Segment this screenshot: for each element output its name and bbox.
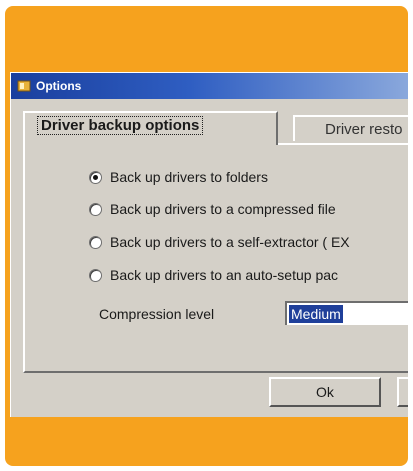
compression-level-select[interactable]: Medium [285,301,408,325]
radio-button[interactable] [89,235,102,249]
tab-driver-backup-options[interactable]: Driver backup options [23,111,278,145]
radio-button[interactable] [89,268,102,282]
radio-label: Back up drivers to an auto-setup pac [110,267,339,283]
ok-button[interactable]: Ok [269,377,381,407]
compression-level-value: Medium [289,305,343,323]
radio-button[interactable] [89,170,102,184]
title-bar[interactable]: Options [11,73,408,99]
options-dialog: Options Driver backup options Driver res… [10,72,408,417]
compression-level-label: Compression level [99,306,215,322]
radio-label: Back up drivers to folders [110,169,268,185]
radio-backup-auto-setup[interactable]: Back up drivers to an auto-setup pac [89,267,338,283]
tab-driver-restore[interactable]: Driver resto [293,115,408,141]
radio-label: Back up drivers to a compressed file [110,201,336,217]
tab-label: Driver resto [325,121,403,138]
radio-label: Back up drivers to a self-extractor ( EX [110,234,350,250]
radio-button[interactable] [89,202,102,216]
radio-backup-self-extractor[interactable]: Back up drivers to a self-extractor ( EX [89,234,350,250]
radio-backup-folders[interactable]: Back up drivers to folders [89,169,268,185]
tab-strip: Driver backup options Driver resto [23,111,408,145]
app-icon [17,80,31,92]
tab-label: Driver backup options [37,116,204,135]
cancel-button[interactable] [397,377,408,407]
window-title: Options [36,79,82,93]
radio-backup-compressed[interactable]: Back up drivers to a compressed file [89,201,336,217]
orange-frame: Options Driver backup options Driver res… [5,6,408,466]
